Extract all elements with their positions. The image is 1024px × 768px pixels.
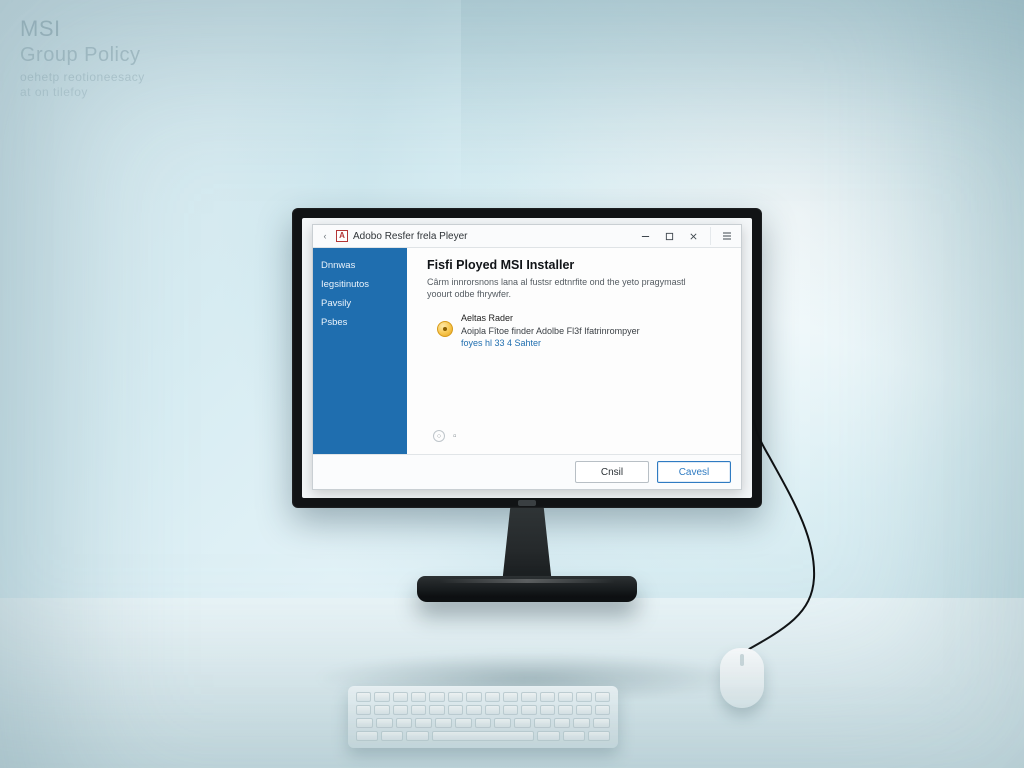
minimize-icon <box>641 232 650 241</box>
app-icon: A <box>336 230 348 242</box>
pager-dot-glyph: ○ <box>437 433 441 440</box>
cancel-button-label: Cnsil <box>601 467 623 478</box>
sidebar-item-1[interactable]: Iegsitinutos <box>319 275 401 294</box>
close-icon <box>689 232 698 241</box>
pager-indicator[interactable]: ○ <box>433 430 445 442</box>
pager-square: ▫ <box>453 431 457 442</box>
monitor-stand <box>417 576 637 602</box>
corner-caption-line1: MSI <box>20 16 145 42</box>
close-button[interactable] <box>682 227 704 245</box>
ok-button-label: Cavesl <box>679 467 710 478</box>
corner-caption-line3: oehetp reotioneesacy <box>20 70 145 84</box>
sidebar-item-0[interactable]: Dnnwas <box>319 256 401 275</box>
monitor-brand-mark <box>518 500 536 506</box>
menu-button[interactable] <box>710 227 737 245</box>
back-button[interactable]: ‹ <box>319 230 331 242</box>
product-desc: Aoipla Fîtoe finder Adolbe Fl3f Ifatrinr… <box>461 325 640 338</box>
back-icon: ‹ <box>324 231 327 241</box>
product-text: Aeltas Rader Aoipla Fîtoe finder Adolbe … <box>461 312 640 350</box>
hamburger-icon <box>722 231 732 241</box>
window-title: Adobo Resfer frela Pleyer <box>353 231 468 242</box>
product-title: Aeltas Rader <box>461 312 640 325</box>
window-body: Dnnwas Iegsitinutos Pavsily Psbes Fisfi … <box>313 248 741 454</box>
corner-caption-line4: at on tilefoy <box>20 85 145 99</box>
cancel-button[interactable]: Cnsil <box>575 461 649 483</box>
scene: MSI Group Policy oehetp reotioneesacy at… <box>0 0 1024 768</box>
content-heading: Fisfi Ployed MSI Installer <box>427 258 723 272</box>
content-pane: Fisfi Ployed MSI Installer Cârm innrorsn… <box>407 248 741 454</box>
mouse <box>720 648 764 708</box>
window-controls <box>634 227 737 245</box>
maximize-button[interactable] <box>658 227 680 245</box>
minimize-button[interactable] <box>634 227 656 245</box>
keyboard <box>348 686 618 748</box>
pager: ○ ▫ <box>427 426 723 448</box>
monitor: ‹ A Adobo Resfer frela Pleyer <box>292 208 762 508</box>
product-item: Aeltas Rader Aoipla Fîtoe finder Adolbe … <box>427 312 723 350</box>
sidebar: Dnnwas Iegsitinutos Pavsily Psbes <box>313 248 407 454</box>
maximize-icon <box>665 232 674 241</box>
ok-button[interactable]: Cavesl <box>657 461 731 483</box>
content-subtext: Cârm innrorsnons lana al fustsr edtnrfit… <box>427 276 707 300</box>
sidebar-item-3[interactable]: Psbes <box>319 313 401 332</box>
monitor-bezel: ‹ A Adobo Resfer frela Pleyer <box>292 208 762 508</box>
monitor-screen: ‹ A Adobo Resfer frela Pleyer <box>302 218 752 498</box>
footer: Cnsil Cavesl <box>313 454 741 489</box>
installer-window: ‹ A Adobo Resfer frela Pleyer <box>312 224 742 490</box>
corner-caption-line2: Group Policy <box>20 43 145 67</box>
sidebar-item-2[interactable]: Pavsily <box>319 294 401 313</box>
titlebar: ‹ A Adobo Resfer frela Pleyer <box>313 225 741 248</box>
corner-caption: MSI Group Policy oehetp reotioneesacy at… <box>20 16 145 99</box>
product-status-icon <box>437 321 453 337</box>
product-link[interactable]: foyes hl 33 4 Sahter <box>461 337 640 350</box>
monitor-neck <box>497 508 557 586</box>
